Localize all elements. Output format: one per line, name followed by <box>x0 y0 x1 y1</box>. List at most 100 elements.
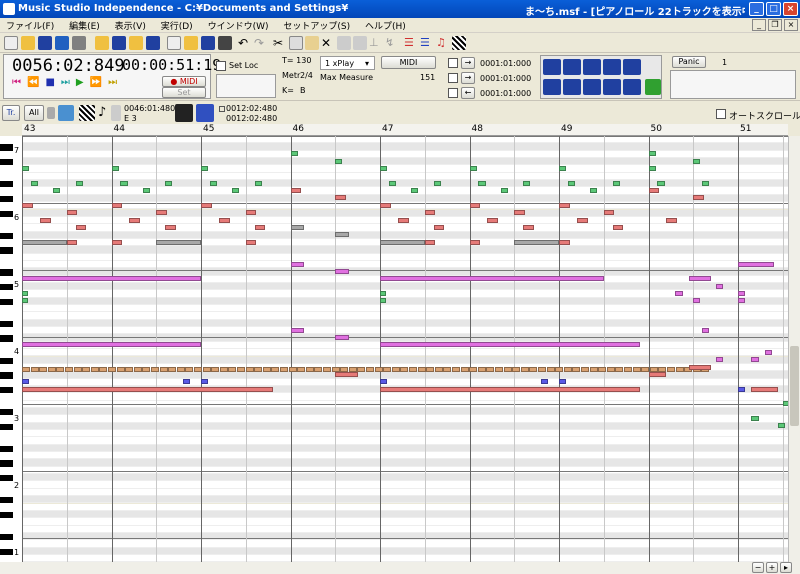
note[interactable] <box>357 366 366 372</box>
note[interactable] <box>380 342 640 348</box>
note[interactable] <box>290 151 298 157</box>
note[interactable] <box>612 180 620 186</box>
mdi-minimize-button[interactable]: _ <box>752 19 766 31</box>
minimize-button[interactable]: _ <box>749 2 764 16</box>
note[interactable] <box>331 366 340 372</box>
scroll-right-button[interactable]: ▸ <box>780 562 792 573</box>
set-loc-checkbox[interactable] <box>216 61 226 71</box>
channel-icon[interactable] <box>58 105 74 121</box>
note[interactable] <box>380 291 386 296</box>
plugin-icon[interactable] <box>645 79 661 95</box>
black-key[interactable] <box>0 408 13 416</box>
transpose-icon[interactable]: ⊥ <box>369 36 383 50</box>
event-list-icon[interactable] <box>543 79 561 95</box>
note[interactable] <box>201 166 209 172</box>
save-as-icon[interactable] <box>55 36 69 50</box>
rewind-start-icon[interactable]: ⏮ <box>12 77 27 88</box>
note[interactable] <box>335 195 346 201</box>
note[interactable] <box>514 239 559 245</box>
note[interactable] <box>30 366 39 372</box>
note[interactable] <box>245 239 257 245</box>
loc2-button[interactable]: → <box>461 72 475 84</box>
note[interactable] <box>142 366 151 372</box>
note[interactable] <box>340 366 349 372</box>
note-length-icon[interactable]: ♪ <box>98 105 110 121</box>
note[interactable] <box>424 210 436 216</box>
midi-button[interactable]: MIDI <box>381 56 436 69</box>
black-key[interactable] <box>0 320 13 328</box>
note[interactable] <box>185 366 194 372</box>
note[interactable] <box>53 188 61 194</box>
note[interactable] <box>433 224 445 230</box>
delete-icon[interactable]: ✕ <box>321 36 335 50</box>
zoom-in-button[interactable]: + <box>766 562 778 573</box>
note[interactable] <box>555 366 564 372</box>
note[interactable] <box>66 239 78 245</box>
black-key[interactable] <box>0 548 13 555</box>
note[interactable] <box>335 232 349 238</box>
menu-edit[interactable]: 編集(E) <box>63 18 106 33</box>
note[interactable] <box>202 366 211 372</box>
note[interactable] <box>30 180 39 186</box>
loc1-button[interactable]: → <box>461 57 475 69</box>
note[interactable] <box>388 180 397 186</box>
grid-icon[interactable] <box>452 36 466 50</box>
black-key[interactable] <box>0 144 13 151</box>
note[interactable] <box>380 202 391 208</box>
set-button[interactable]: Set <box>162 87 206 98</box>
note[interactable] <box>380 379 388 385</box>
note[interactable] <box>232 188 240 194</box>
measure-ruler[interactable]: 43 44 45 46 47 48 49 50 51 <box>22 124 788 136</box>
note[interactable] <box>39 217 51 223</box>
note[interactable] <box>335 371 358 377</box>
menu-window[interactable]: ウインドウ(W) <box>202 18 275 33</box>
note[interactable] <box>108 366 116 372</box>
meter-value[interactable]: 2/4 <box>300 71 313 80</box>
black-key[interactable] <box>0 195 13 203</box>
note[interactable] <box>290 224 304 230</box>
redo-icon[interactable]: ↷ <box>254 36 268 50</box>
note[interactable] <box>538 366 546 372</box>
note[interactable] <box>380 239 425 245</box>
note[interactable] <box>738 291 746 296</box>
note[interactable] <box>675 366 684 372</box>
note[interactable] <box>211 366 220 372</box>
note[interactable] <box>409 366 417 372</box>
note[interactable] <box>648 151 656 157</box>
note[interactable] <box>648 371 667 377</box>
note[interactable] <box>523 224 534 230</box>
note[interactable] <box>165 224 176 230</box>
menu-file[interactable]: ファイル(F) <box>0 18 60 33</box>
note[interactable] <box>245 210 257 216</box>
note[interactable] <box>22 291 28 296</box>
note[interactable] <box>22 298 28 304</box>
black-key[interactable] <box>0 269 13 276</box>
note[interactable] <box>73 366 82 372</box>
note[interactable] <box>314 366 323 372</box>
note[interactable] <box>133 366 142 372</box>
note[interactable] <box>366 366 374 372</box>
note[interactable] <box>56 366 65 372</box>
black-key[interactable] <box>0 232 13 239</box>
loc3-checkbox[interactable] <box>448 88 458 98</box>
marker-view-icon[interactable] <box>623 79 641 95</box>
note[interactable] <box>424 239 436 245</box>
note[interactable] <box>693 298 701 304</box>
mixer-view-icon[interactable] <box>583 59 601 75</box>
note[interactable] <box>75 180 83 186</box>
note[interactable] <box>559 239 570 245</box>
note[interactable] <box>22 366 30 372</box>
note[interactable] <box>254 366 263 372</box>
loc1-checkbox[interactable] <box>448 58 458 68</box>
note[interactable] <box>66 210 78 216</box>
black-key[interactable] <box>0 357 13 364</box>
note[interactable] <box>649 366 658 372</box>
horizontal-scrollbar[interactable]: − + ▸ <box>0 562 800 574</box>
note[interactable] <box>688 276 712 282</box>
black-key[interactable] <box>0 181 13 188</box>
forward-icon[interactable]: ⏩ <box>90 77 108 88</box>
snap-grid-icon[interactable] <box>79 105 95 121</box>
note[interactable] <box>500 188 508 194</box>
note[interactable] <box>383 366 392 372</box>
note[interactable] <box>693 195 704 201</box>
